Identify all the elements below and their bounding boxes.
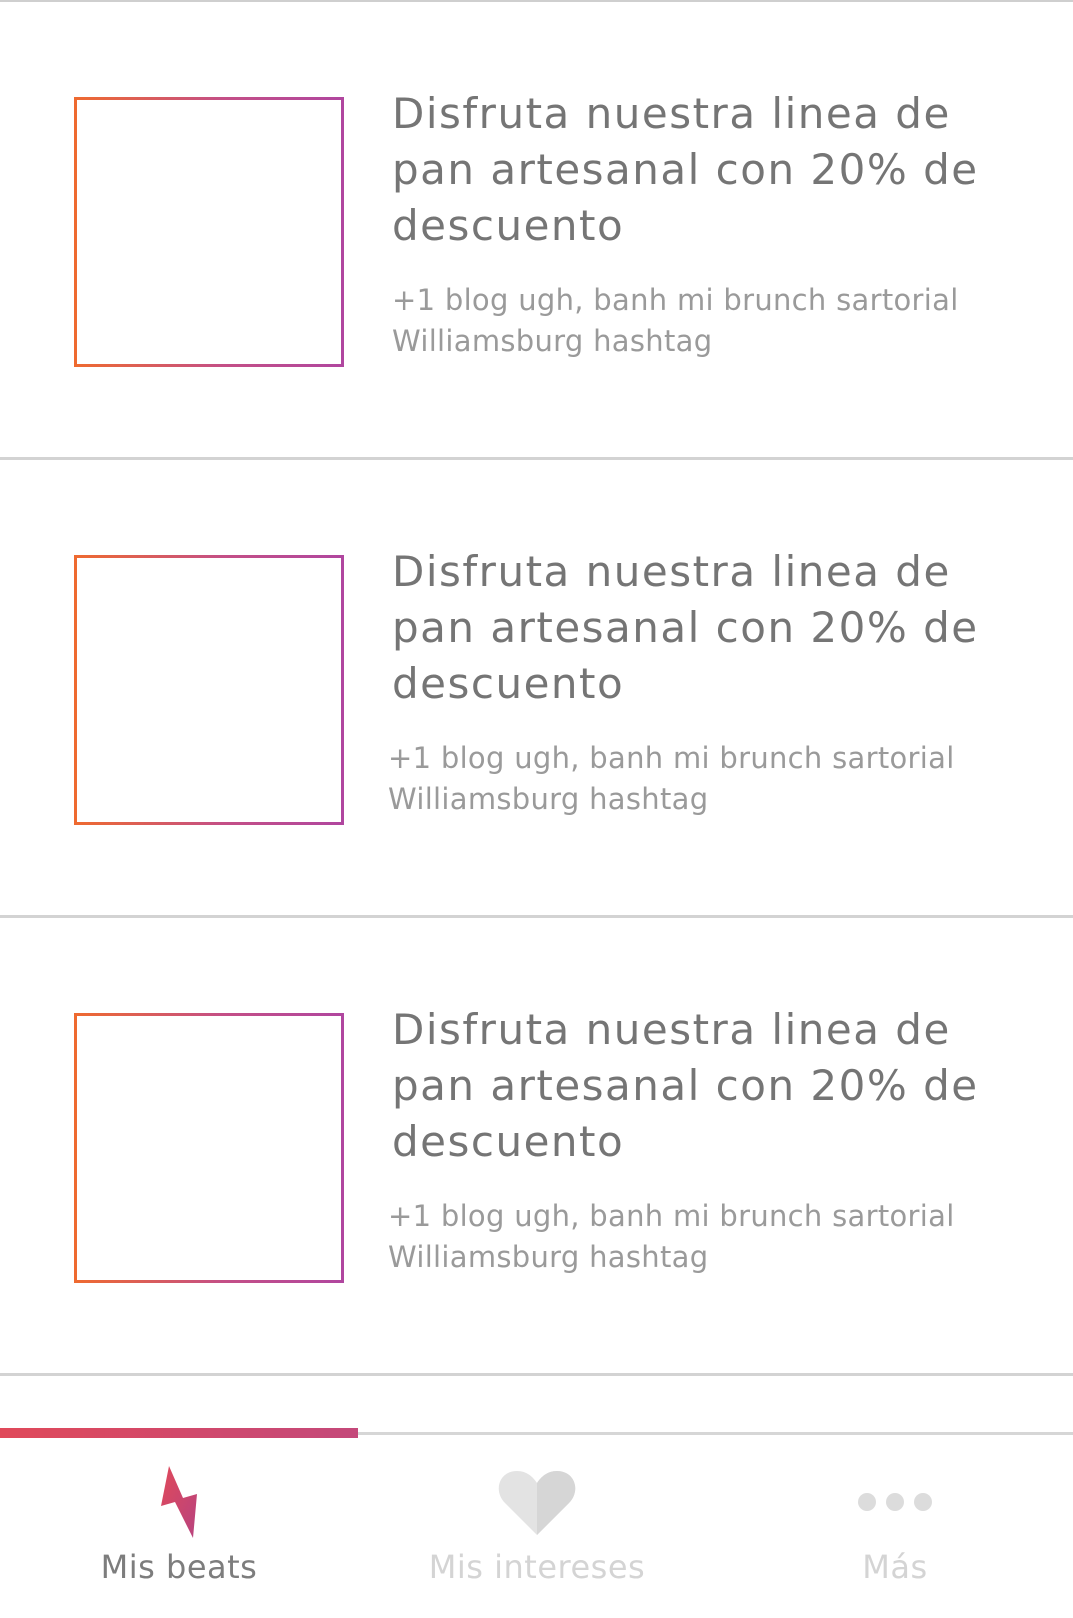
list-item[interactable]: Disfruta nuestra linea de pan artesanal … — [0, 460, 1073, 918]
list-item[interactable]: Disfruta nuestra linea de pan artesanal … — [0, 2, 1073, 460]
offer-text: Disfruta nuestra linea de pan artesanal … — [388, 544, 1032, 820]
offer-description: +1 blog ugh, banh mi brunch sartorial Wi… — [392, 283, 959, 358]
offer-title: Disfruta nuestra linea de pan artesanal … — [392, 547, 979, 708]
offer-thumbnail[interactable] — [74, 555, 344, 825]
tab-mas[interactable]: Más — [716, 1440, 1073, 1618]
active-tab-indicator — [0, 1428, 358, 1438]
offer-description: +1 blog ugh, banh mi brunch sartorial Wi… — [388, 741, 955, 816]
tab-label: Mis beats — [100, 1548, 258, 1586]
tab-mis-intereses[interactable]: Mis intereses — [358, 1440, 716, 1618]
tab-label: Más — [862, 1548, 928, 1586]
bottom-tab-bar: Mis beats Mis intereses Más — [0, 1428, 1073, 1618]
offer-title: Disfruta nuestra linea de pan artesanal … — [392, 89, 979, 250]
more-dots-icon — [716, 1462, 1073, 1542]
offer-thumbnail[interactable] — [74, 1013, 344, 1283]
offer-text: Disfruta nuestra linea de pan artesanal … — [388, 1002, 1032, 1278]
offer-title: Disfruta nuestra linea de pan artesanal … — [392, 1005, 979, 1166]
lightning-icon — [0, 1462, 358, 1542]
offer-description: +1 blog ugh, banh mi brunch sartorial Wi… — [388, 1199, 955, 1274]
list-item[interactable]: Disfruta nuestra linea de pan artesanal … — [0, 918, 1073, 1376]
offer-thumbnail[interactable] — [74, 97, 344, 367]
tab-label: Mis intereses — [428, 1548, 646, 1586]
tab-mis-beats[interactable]: Mis beats — [0, 1440, 358, 1618]
heart-icon — [358, 1462, 716, 1542]
offer-text: Disfruta nuestra linea de pan artesanal … — [392, 86, 1032, 362]
offers-feed[interactable]: Disfruta nuestra linea de pan artesanal … — [0, 2, 1073, 1376]
